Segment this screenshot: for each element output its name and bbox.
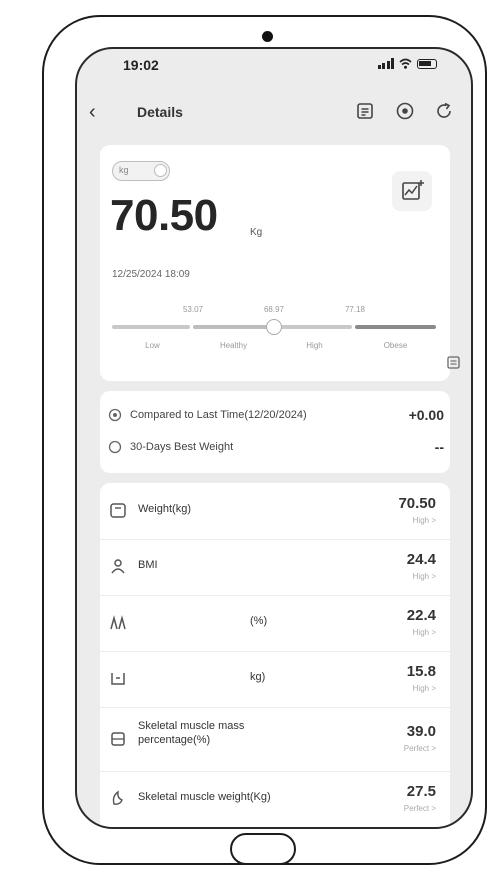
threshold-label: 53.07 [182, 305, 204, 314]
status-time: 19:02 [123, 57, 159, 73]
metric-value: 39.0 [406, 723, 436, 740]
metric-row-bmi[interactable]: BMI 24.4 High > [100, 539, 450, 596]
metric-status: High > [412, 684, 436, 693]
comparison-card: Compared to Last Time(12/20/2024) +0.00 … [100, 391, 450, 473]
metric-value: 15.8 [406, 663, 436, 680]
status-icons [377, 58, 437, 69]
weight-unit: Kg [250, 227, 263, 238]
metric-value: 70.50 [398, 495, 436, 512]
body-fat-icon [110, 615, 126, 630]
category-label: Obese [383, 341, 408, 350]
toggle-knob [154, 164, 167, 177]
category-label: Healthy [219, 341, 248, 350]
home-button[interactable] [230, 833, 296, 865]
threshold-label: 77.18 [344, 305, 366, 314]
report-icon[interactable] [355, 101, 375, 121]
unit-toggle-label: kg [119, 165, 129, 175]
metrics-card: Weight(kg) 70.50 High > BMI 24.4 High > … [100, 483, 450, 827]
clock-icon [108, 440, 122, 454]
threshold-label: 68.97 [263, 305, 285, 314]
metric-row-visceral-fat[interactable]: kg) 15.8 High > [100, 651, 450, 708]
muscle-icon [111, 732, 125, 746]
best-weight-value: -- [434, 439, 444, 455]
weight-range-scale: 53.07 68.97 77.18 Low Healthy High Obese [112, 305, 436, 365]
metric-status: High > [412, 572, 436, 581]
wifi-icon [399, 58, 412, 69]
status-bar: 19:02 [77, 49, 471, 85]
scale-segment-high [274, 325, 352, 329]
metric-label: kg) [250, 671, 266, 683]
info-icon[interactable] [447, 356, 460, 369]
category-label: Low [145, 341, 160, 350]
metric-row-skeletal-muscle-percentage[interactable]: Skeletal muscle mass percentage(%) 39.0 … [100, 707, 450, 772]
front-camera [262, 31, 273, 42]
compare-last-time-row: Compared to Last Time(12/20/2024) +0.00 [108, 405, 444, 427]
page-title: Details [137, 104, 183, 120]
clock-icon [108, 408, 122, 422]
refresh-icon[interactable] [434, 101, 454, 121]
metric-status: Perfect > [403, 804, 436, 813]
metric-value: 27.5 [406, 783, 436, 800]
scale-icon [110, 503, 126, 518]
app-screen: 19:02 ‹ Details kg 70.50 Kg 12/25/2024 1… [75, 47, 473, 829]
metric-label: Skeletal muscle weight(Kg) [138, 791, 271, 803]
unit-toggle[interactable]: kg [112, 161, 170, 181]
target-icon[interactable] [395, 101, 415, 121]
trend-chart-button[interactable] [392, 171, 432, 211]
weight-summary-card: kg 70.50 Kg 12/25/2024 18:09 53.07 68.97… [100, 145, 450, 381]
metric-status: High > [412, 516, 436, 525]
scale-segment-obese [355, 325, 436, 329]
bmi-icon [111, 559, 125, 574]
metric-value: 24.4 [406, 551, 436, 568]
category-label: High [306, 341, 323, 350]
compare-last-time-value: +0.00 [408, 407, 444, 423]
visceral-fat-icon [111, 673, 125, 685]
compare-last-time-label: Compared to Last Time(12/20/2024) [130, 409, 307, 421]
chart-icon [402, 180, 424, 200]
best-weight-row: 30-Days Best Weight -- [108, 437, 444, 459]
metric-label: (%) [250, 615, 268, 627]
metric-status: Perfect > [403, 744, 436, 753]
metric-value: 22.4 [406, 607, 436, 624]
scale-segment-healthy [193, 325, 271, 329]
scale-segment-low [112, 325, 190, 329]
measurement-time: 12/25/2024 18:09 [112, 269, 190, 280]
metric-row-skeletal-muscle-weight[interactable]: Skeletal muscle weight(Kg) 27.5 Perfect … [100, 771, 450, 827]
navigation-bar: ‹ Details [77, 91, 471, 135]
metric-label: BMI [138, 559, 158, 571]
muscle-weight-icon [112, 790, 123, 805]
best-weight-label: 30-Days Best Weight [130, 441, 234, 453]
metric-label: Skeletal muscle mass percentage(%) [138, 720, 245, 746]
signal-icon [377, 58, 394, 69]
scale-marker [266, 319, 282, 335]
metric-status: High > [412, 628, 436, 637]
back-arrow-icon[interactable]: ‹ [89, 101, 96, 124]
battery-icon [417, 59, 437, 69]
metric-row-weight[interactable]: Weight(kg) 70.50 High > [100, 483, 450, 540]
metric-label: Weight(kg) [138, 503, 191, 515]
metric-row-body-fat[interactable]: (%) 22.4 High > [100, 595, 450, 652]
weight-value: 70.50 [110, 191, 218, 240]
